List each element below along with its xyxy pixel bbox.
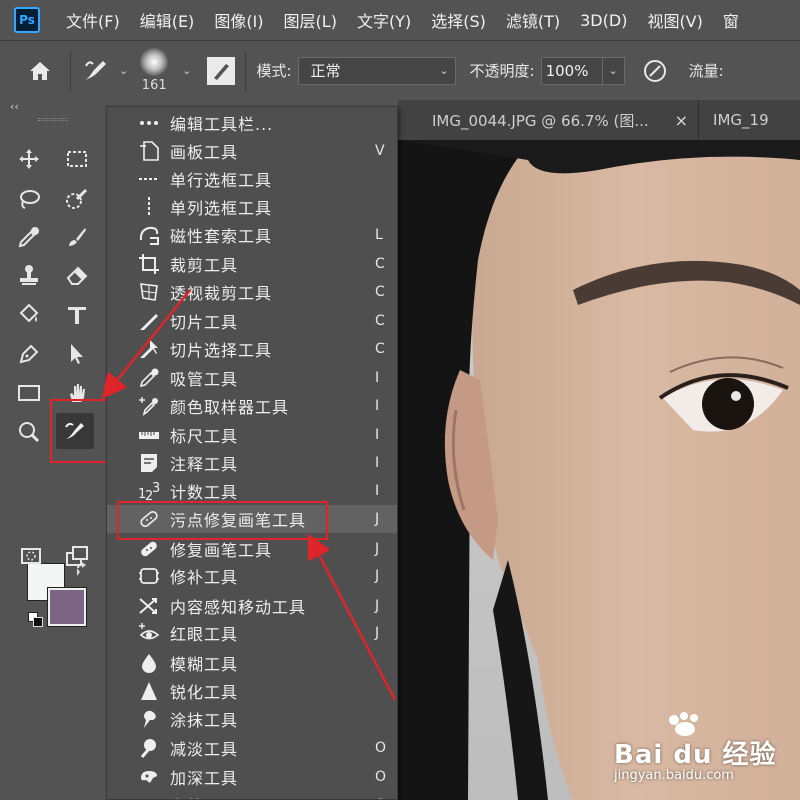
arrow-to-tool: [101, 289, 191, 399]
watermark: Bai du 经验 jingyan.baidu.com: [614, 712, 800, 800]
annotation-arrows: [101, 289, 397, 701]
watermark-url: jingyan.baidu.com: [614, 768, 734, 783]
baidu-paw-logo: [666, 712, 706, 736]
photoshop-window: Ps 文件(F) 编辑(E) 图像(I) 图层(L) 文字(Y) 选择(S) 滤…: [0, 0, 800, 800]
watermark-brand: Bai du 经验: [614, 740, 777, 770]
arrow-to-menu-item: [307, 533, 397, 701]
